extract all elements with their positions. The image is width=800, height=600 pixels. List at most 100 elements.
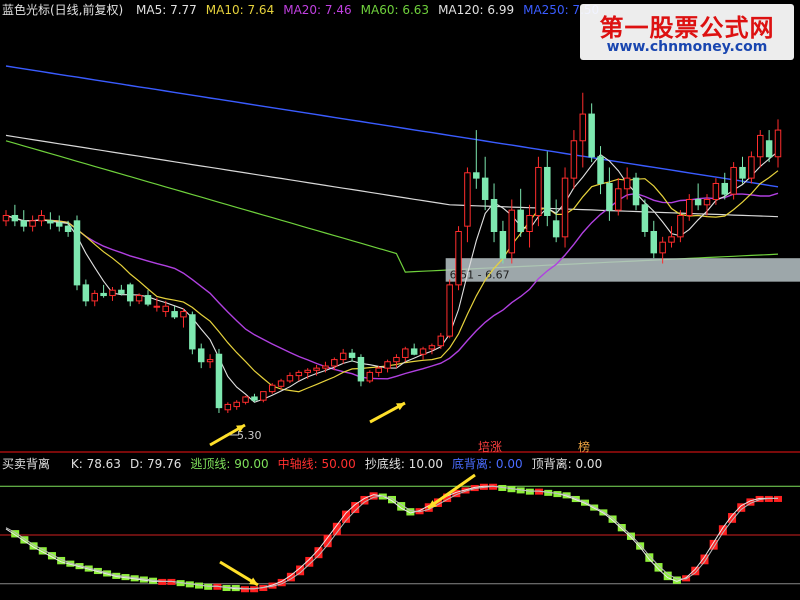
candle-body [552, 220, 560, 238]
candle-body [668, 236, 675, 243]
candle-body [100, 292, 107, 297]
candle-body [544, 166, 551, 216]
candle-body [419, 348, 427, 355]
stock-name: 蓝色光标(日线,前复权) [2, 3, 124, 17]
candle-body [153, 305, 161, 308]
candle-body [29, 220, 36, 227]
candle-body [277, 380, 285, 387]
kd-bar [774, 495, 782, 502]
candle-body [579, 113, 587, 142]
candle-body [694, 198, 702, 206]
kd-bar [691, 566, 700, 576]
candle-body [162, 305, 169, 313]
candle-body [703, 198, 711, 206]
candle-body [73, 220, 81, 286]
indicator-label-1: D: 79.76 [129, 457, 182, 471]
candle-body [774, 129, 782, 158]
kd-bar [645, 553, 654, 562]
candle-body [739, 166, 746, 179]
candle-body [721, 182, 729, 195]
candle-body [623, 177, 631, 190]
candle-body [233, 401, 240, 408]
watermark-title: 第一股票公式网 [599, 14, 775, 42]
watermark-url: www.chnmoney.com [606, 39, 768, 55]
ma-legend: MA5: 7.77 MA10: 7.64 MA20: 7.46 MA60: 6.63 M… [127, 3, 599, 17]
indicator-legend: K: 78.63 D: 79.76 逃顶线: 90.00 中轴线: 50.00 抄底线:… [62, 457, 602, 471]
candle-body [82, 284, 90, 302]
candle-body [686, 198, 693, 216]
indicator-name: 买卖背离 [2, 457, 51, 471]
candle-body [473, 172, 480, 179]
chart-canvas[interactable]: 6.51 - 6.675.30 培涨榜 [0, 0, 800, 600]
candle-body [286, 375, 294, 382]
candle-body [38, 214, 45, 222]
candle-body [55, 222, 63, 227]
candle-body [410, 348, 418, 355]
candle-body [490, 198, 498, 233]
candle-body [615, 188, 622, 211]
price-header: 蓝色光标(日线,前复权) MA5: 7.77 MA10: 7.64 MA20: 7.… [2, 3, 599, 17]
candle-body [428, 345, 436, 350]
candle-body [2, 214, 10, 222]
candle-body [730, 166, 737, 195]
kd-bar [626, 532, 635, 540]
kd-bar [617, 524, 626, 532]
candle-body [348, 352, 356, 358]
candle-body [508, 209, 516, 254]
kd-bar [158, 578, 167, 585]
candle-body [561, 177, 569, 238]
candle-body [197, 348, 205, 363]
candle-body [322, 365, 329, 369]
candle-body [446, 284, 453, 337]
candle-body [455, 231, 462, 286]
indicator-label-2: 逃顶线: 90.00 [190, 457, 269, 471]
candle-body [641, 204, 649, 232]
candle-body [206, 359, 214, 363]
candle-body [215, 353, 223, 409]
candle-body [118, 289, 125, 294]
candle-body [339, 352, 347, 361]
candle-body [189, 314, 196, 350]
kd-bar [525, 488, 534, 495]
candle-body [588, 113, 595, 158]
candle-body [91, 292, 98, 302]
candle-body [109, 289, 116, 297]
candle-body [144, 295, 152, 305]
candle-body [331, 359, 338, 367]
candle-body [748, 156, 755, 179]
candle-body [464, 172, 471, 227]
candle-body [437, 335, 445, 347]
ma-label-1: MA10: 7.64 [205, 3, 275, 17]
candle-body [224, 403, 232, 411]
candle-body [393, 356, 400, 363]
candle-body [765, 140, 773, 158]
indicator-label-5: 底背离: 0.00 [452, 457, 523, 471]
candle-body [650, 231, 658, 254]
signal-label-2: 榜 [578, 439, 590, 454]
kd-bar [654, 563, 663, 572]
indicator-header: 买卖背离 K: 78.63 D: 79.76 逃顶线: 90.00 中轴线: 50.0… [2, 457, 602, 471]
kd-bar [204, 583, 213, 590]
indicator-label-4: 抄底线: 10.00 [364, 457, 444, 471]
signal-label-1: 培涨 [478, 439, 502, 454]
candle-body [526, 214, 533, 233]
candle-body [20, 220, 27, 227]
kd-bar [250, 586, 259, 593]
candle-body [64, 225, 72, 233]
candle-body [375, 367, 382, 373]
candle-body [135, 295, 143, 302]
candle-body [47, 220, 54, 224]
candle-body [11, 214, 19, 222]
candle-body [499, 231, 507, 259]
ma-label-0: MA5: 7.77 [136, 3, 197, 17]
candle-body [268, 384, 276, 393]
candle-body [242, 396, 249, 403]
candle-body [535, 166, 542, 216]
candle-body [171, 311, 178, 318]
candle-body [517, 209, 524, 232]
candle-body [757, 134, 764, 158]
indicator-label-6: 顶背离: 0.00 [531, 457, 603, 471]
candle-body [304, 369, 311, 373]
candle-body [251, 396, 258, 401]
candle-body [597, 156, 604, 184]
